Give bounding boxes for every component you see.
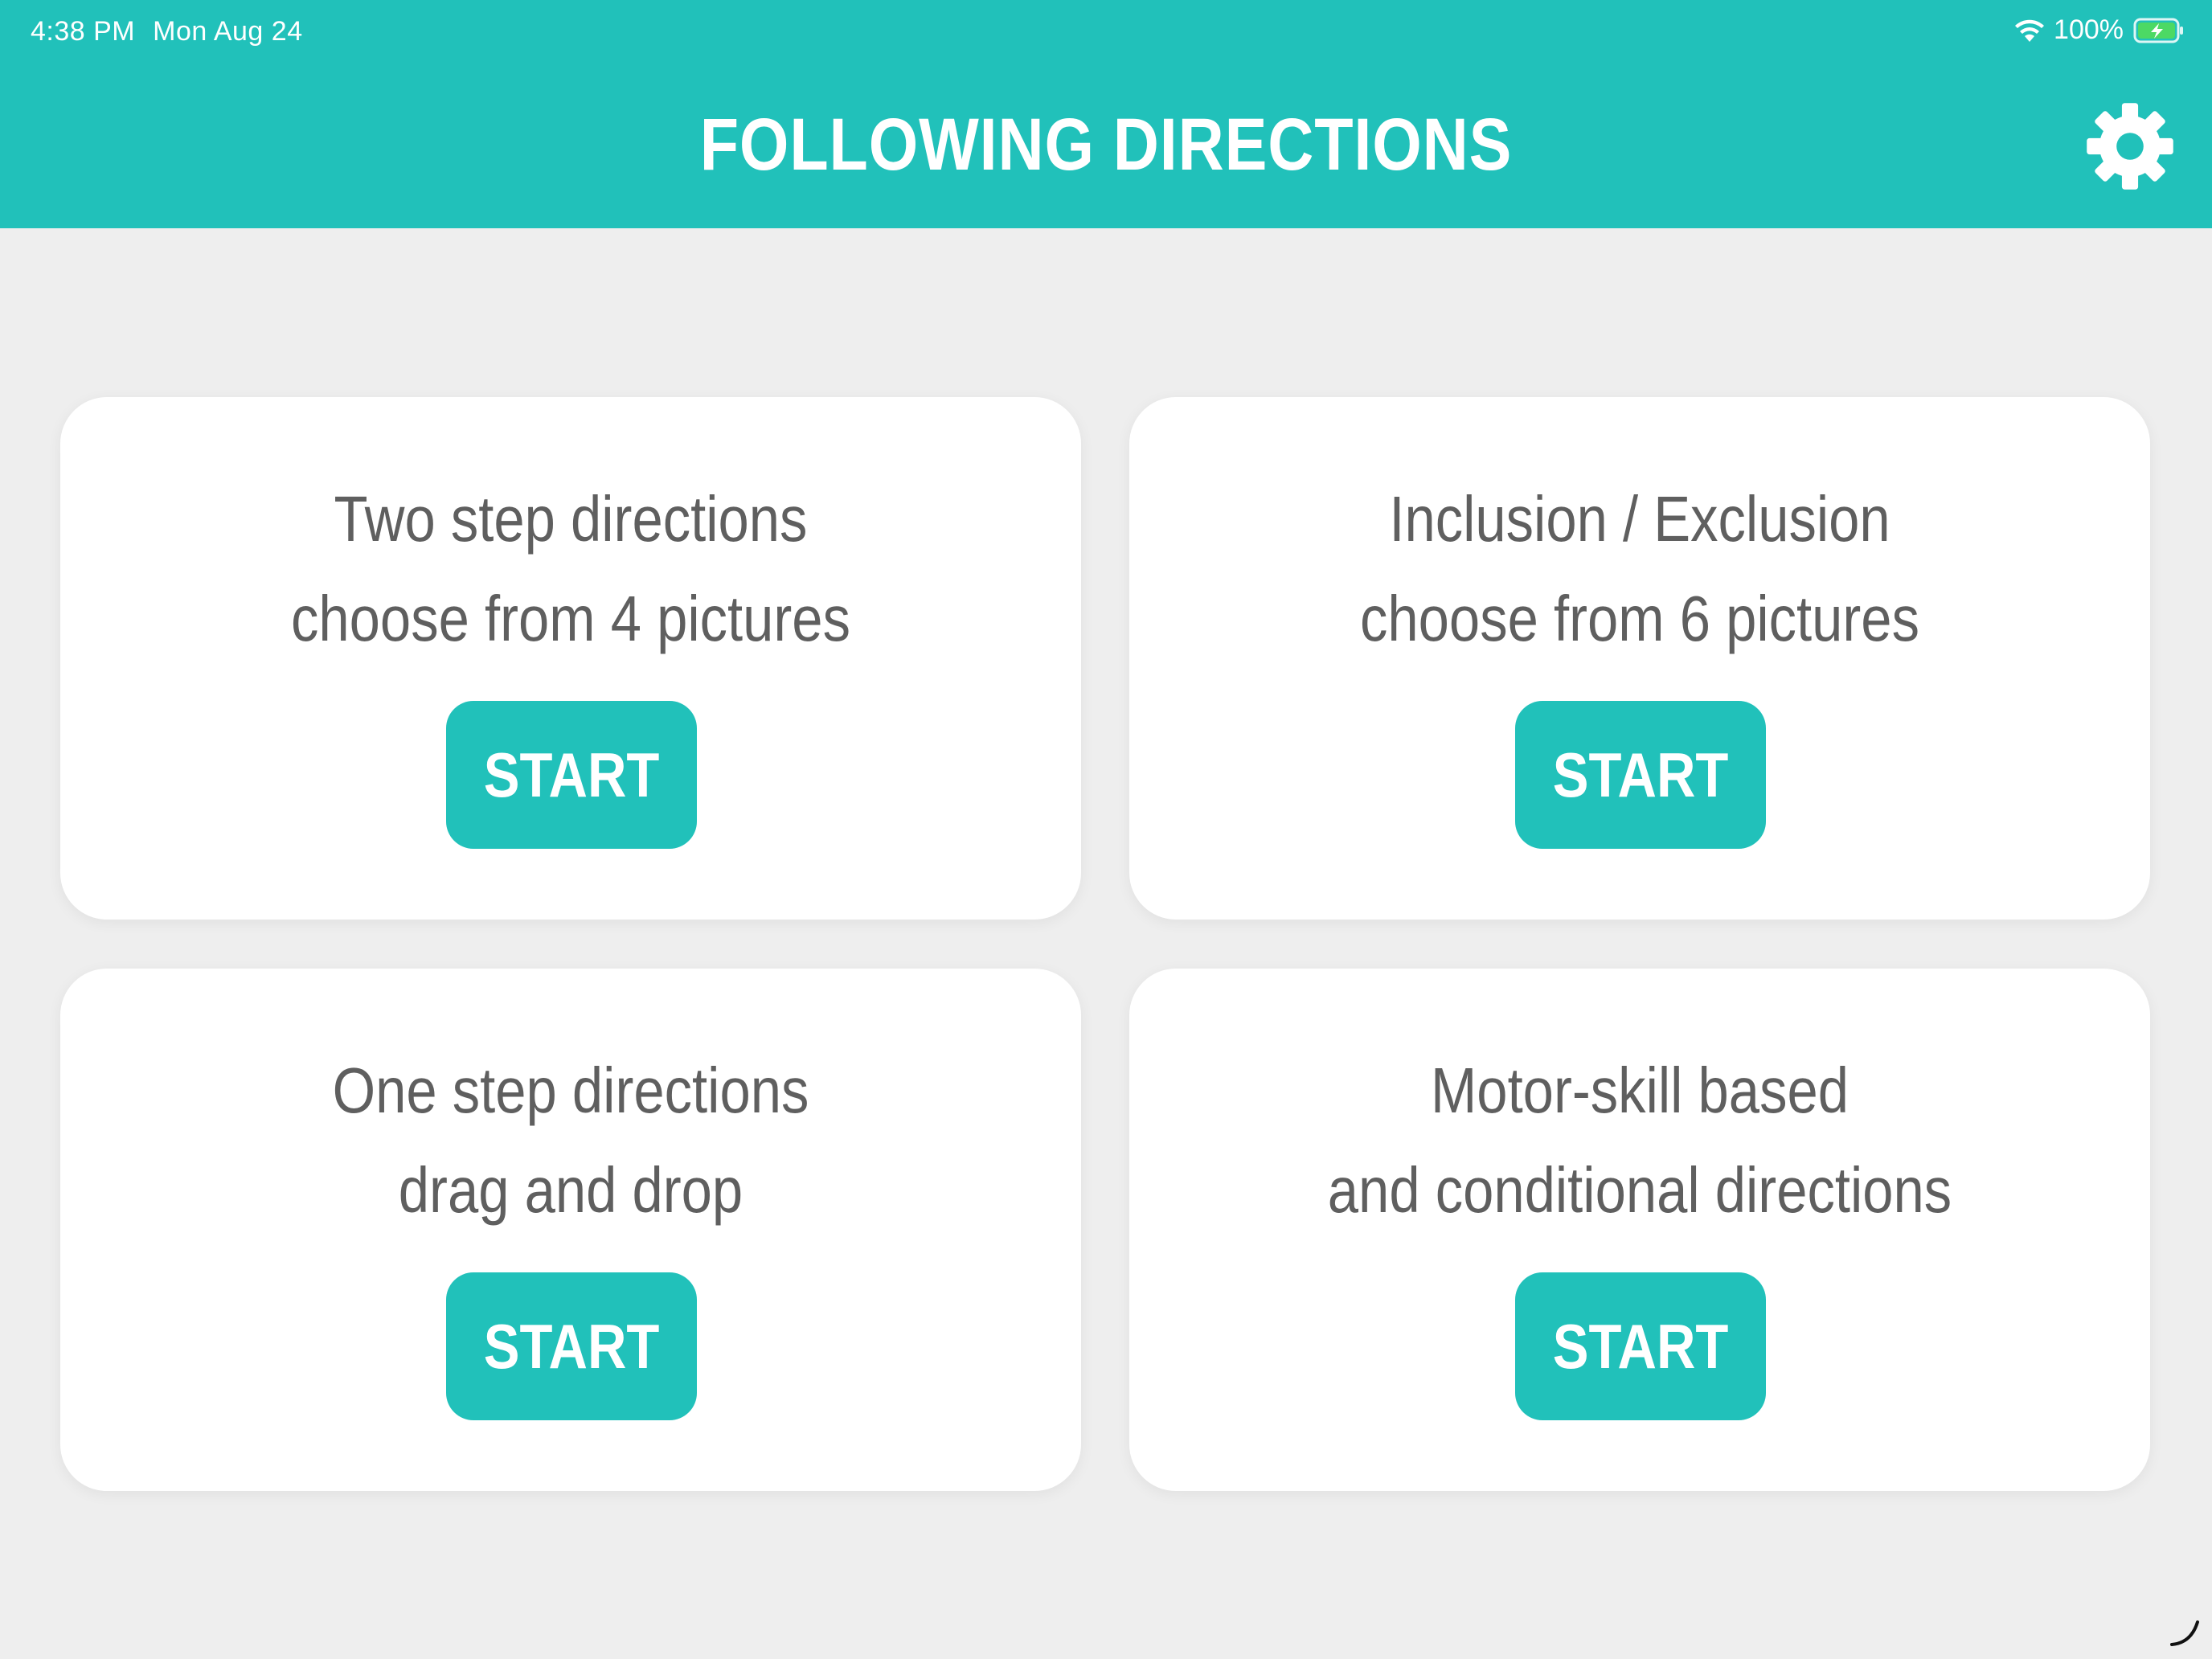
wifi-icon	[2015, 19, 2045, 42]
activity-card-one-step: One step directions drag and drop START	[60, 969, 1081, 1491]
start-button-one-step[interactable]: START	[446, 1272, 697, 1420]
card-description: One step directions drag and drop	[60, 1041, 1081, 1240]
header-bar: 4:38 PM Mon Aug 24 100% FOLLOWING DIRECTI…	[0, 0, 2212, 228]
battery-charging-icon	[2133, 18, 2183, 43]
card-line-2: choose from 4 pictures	[291, 583, 850, 654]
card-description: Inclusion / Exclusion choose from 6 pict…	[1129, 469, 2150, 669]
activity-card-inclusion-exclusion: Inclusion / Exclusion choose from 6 pict…	[1129, 397, 2150, 920]
start-button-motor-skill[interactable]: START	[1515, 1272, 1766, 1420]
card-line-2: choose from 6 pictures	[1360, 583, 1919, 654]
card-description: Motor-skill based and conditional direct…	[1129, 1041, 2150, 1240]
start-button-two-step[interactable]: START	[446, 701, 697, 849]
resize-handle-icon	[2170, 1620, 2199, 1646]
start-button-label: START	[1552, 1310, 1729, 1382]
status-bar-time: 4:38 PM Mon Aug 24	[31, 16, 321, 47]
status-time: 4:38 PM	[31, 16, 136, 47]
start-button-label: START	[483, 1310, 660, 1382]
start-button-label: START	[1552, 739, 1729, 810]
card-line-1: Two step directions	[334, 483, 808, 555]
activity-card-two-step: Two step directions choose from 4 pictur…	[60, 397, 1081, 920]
card-line-1: Inclusion / Exclusion	[1389, 483, 1890, 555]
start-button-label: START	[483, 739, 660, 810]
card-line-1: One step directions	[332, 1055, 809, 1126]
start-button-inclusion-exclusion[interactable]: START	[1515, 701, 1766, 849]
status-bar-right: 100%	[2013, 14, 2185, 46]
card-line-1: Motor-skill based	[1430, 1055, 1849, 1126]
battery-percent: 100%	[2054, 14, 2124, 45]
card-line-2: drag and drop	[398, 1154, 743, 1226]
status-date: Mon Aug 24	[153, 16, 303, 47]
page-title: FOLLOWING DIRECTIONS	[699, 104, 1513, 186]
activity-card-motor-skill: Motor-skill based and conditional direct…	[1129, 969, 2150, 1491]
card-description: Two step directions choose from 4 pictur…	[60, 469, 1081, 669]
card-line-2: and conditional directions	[1327, 1154, 1952, 1226]
gear-icon[interactable]	[2085, 101, 2175, 191]
